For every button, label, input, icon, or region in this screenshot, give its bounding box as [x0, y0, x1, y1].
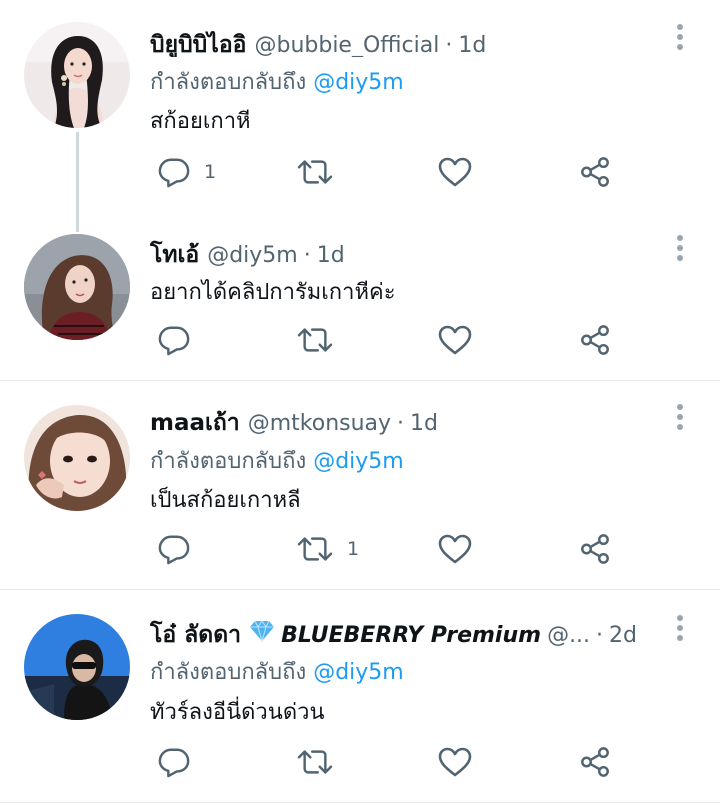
more-vertical-icon[interactable] — [676, 403, 684, 431]
share-icon — [579, 324, 611, 356]
share-button[interactable] — [579, 742, 611, 782]
action-bar: 1 — [0, 529, 720, 569]
separator: · — [445, 33, 453, 57]
mention-link[interactable]: @diy5m — [313, 449, 404, 474]
heart-icon — [438, 156, 472, 188]
timestamp[interactable]: 1d — [458, 33, 486, 57]
action-bar — [0, 742, 720, 782]
reply-icon — [158, 324, 190, 356]
retweet-button[interactable] — [297, 742, 347, 782]
tweet-3[interactable]: maaเถ้า @mtkonsuay · 1d กำลังตอบกลับถึง … — [0, 381, 720, 589]
retweet-icon — [297, 324, 333, 356]
heart-icon — [438, 324, 472, 356]
tweet-text: ทัวร์ลงอีนี่ด่วนด่วน — [150, 700, 325, 725]
user-handle[interactable]: @diy5m — [207, 243, 298, 267]
replying-prefix: กำลังตอบกลับถึง — [150, 449, 307, 474]
tweet-2[interactable]: โทเอ้ @diy5m · 1d อยากได้คลิปการัมเกาหีค… — [0, 210, 720, 380]
tweet-1[interactable]: บิยูบิบิไออิ @bubbie_Official · 1d กำลัง… — [0, 0, 720, 210]
display-name[interactable]: โอ๋ ลัดดา — [150, 617, 241, 647]
diamond-emoji-icon — [250, 620, 275, 642]
retweet-button[interactable]: 1 — [297, 529, 359, 569]
user-handle[interactable]: @... — [547, 623, 590, 647]
replying-to: กำลังตอบกลับถึง @diy5m — [150, 443, 404, 478]
retweet-count: 1 — [347, 538, 360, 560]
replying-to: กำลังตอบกลับถึง @diy5m — [150, 654, 404, 689]
mention-link[interactable]: @diy5m — [313, 660, 404, 685]
reply-button[interactable]: 1 — [158, 152, 216, 192]
retweet-icon — [297, 746, 333, 778]
tweet-header: โทเอ้ @diy5m · 1d — [150, 237, 660, 267]
tweet-header: บิยูบิบิไออิ @bubbie_Official · 1d — [150, 27, 660, 57]
timestamp[interactable]: 1d — [317, 243, 345, 267]
share-button[interactable] — [579, 320, 611, 360]
reply-icon — [158, 156, 190, 188]
retweet-button[interactable] — [297, 320, 347, 360]
retweet-button[interactable] — [297, 152, 347, 192]
tweet-text: สก้อยเกาหี — [150, 109, 251, 134]
more-vertical-icon[interactable] — [676, 234, 684, 262]
separator: · — [596, 623, 604, 647]
action-bar — [0, 320, 720, 360]
reply-button[interactable] — [158, 529, 204, 569]
display-name[interactable]: โทเอ้ — [150, 237, 199, 267]
reply-button[interactable] — [158, 320, 204, 360]
avatar[interactable] — [24, 405, 130, 511]
share-button[interactable] — [579, 529, 611, 569]
like-button[interactable] — [438, 320, 472, 360]
separator: · — [397, 411, 405, 435]
like-button[interactable] — [438, 742, 472, 782]
like-button[interactable] — [438, 529, 472, 569]
timestamp[interactable]: 2d — [609, 623, 637, 647]
avatar[interactable] — [24, 22, 130, 128]
retweet-icon — [297, 533, 333, 565]
user-handle[interactable]: @bubbie_Official — [254, 33, 439, 57]
replying-prefix: กำลังตอบกลับถึง — [150, 660, 307, 685]
display-name[interactable]: บิยูบิบิไออิ — [150, 27, 246, 57]
share-icon — [579, 746, 611, 778]
action-bar: 1 — [0, 152, 720, 192]
retweet-icon — [297, 156, 333, 188]
tweet-text: อยากได้คลิปการัมเกาหีค่ะ — [150, 280, 396, 305]
separator: · — [303, 243, 311, 267]
tweet-text: เป็นสก้อยเกาหลี — [150, 488, 301, 513]
reply-icon — [158, 533, 190, 565]
tweet-header: maaเถ้า @mtkonsuay · 1d — [150, 405, 660, 435]
heart-icon — [438, 533, 472, 565]
replying-prefix: กำลังตอบกลับถึง — [150, 70, 307, 95]
tweet-header: โอ๋ ลัดดา BLUEBERRY Premium @... · 2d — [150, 617, 660, 647]
replying-to: กำลังตอบกลับถึง @diy5m — [150, 64, 404, 99]
more-vertical-icon[interactable] — [676, 614, 684, 642]
mention-link[interactable]: @diy5m — [313, 70, 404, 95]
divider — [0, 802, 720, 803]
tweet-4[interactable]: โอ๋ ลัดดา BLUEBERRY Premium @... · 2d กำ… — [0, 590, 720, 802]
share-icon — [579, 533, 611, 565]
reply-count: 1 — [204, 161, 217, 183]
share-button[interactable] — [579, 152, 611, 192]
more-vertical-icon[interactable] — [676, 23, 684, 51]
profile-badge-text: BLUEBERRY Premium — [281, 623, 542, 647]
avatar[interactable] — [24, 614, 130, 720]
reply-button[interactable] — [158, 742, 204, 782]
timestamp[interactable]: 1d — [410, 411, 438, 435]
display-name[interactable]: maaเถ้า — [150, 405, 240, 435]
user-handle[interactable]: @mtkonsuay — [248, 411, 391, 435]
share-icon — [579, 156, 611, 188]
reply-icon — [158, 746, 190, 778]
like-button[interactable] — [438, 152, 472, 192]
heart-icon — [438, 746, 472, 778]
